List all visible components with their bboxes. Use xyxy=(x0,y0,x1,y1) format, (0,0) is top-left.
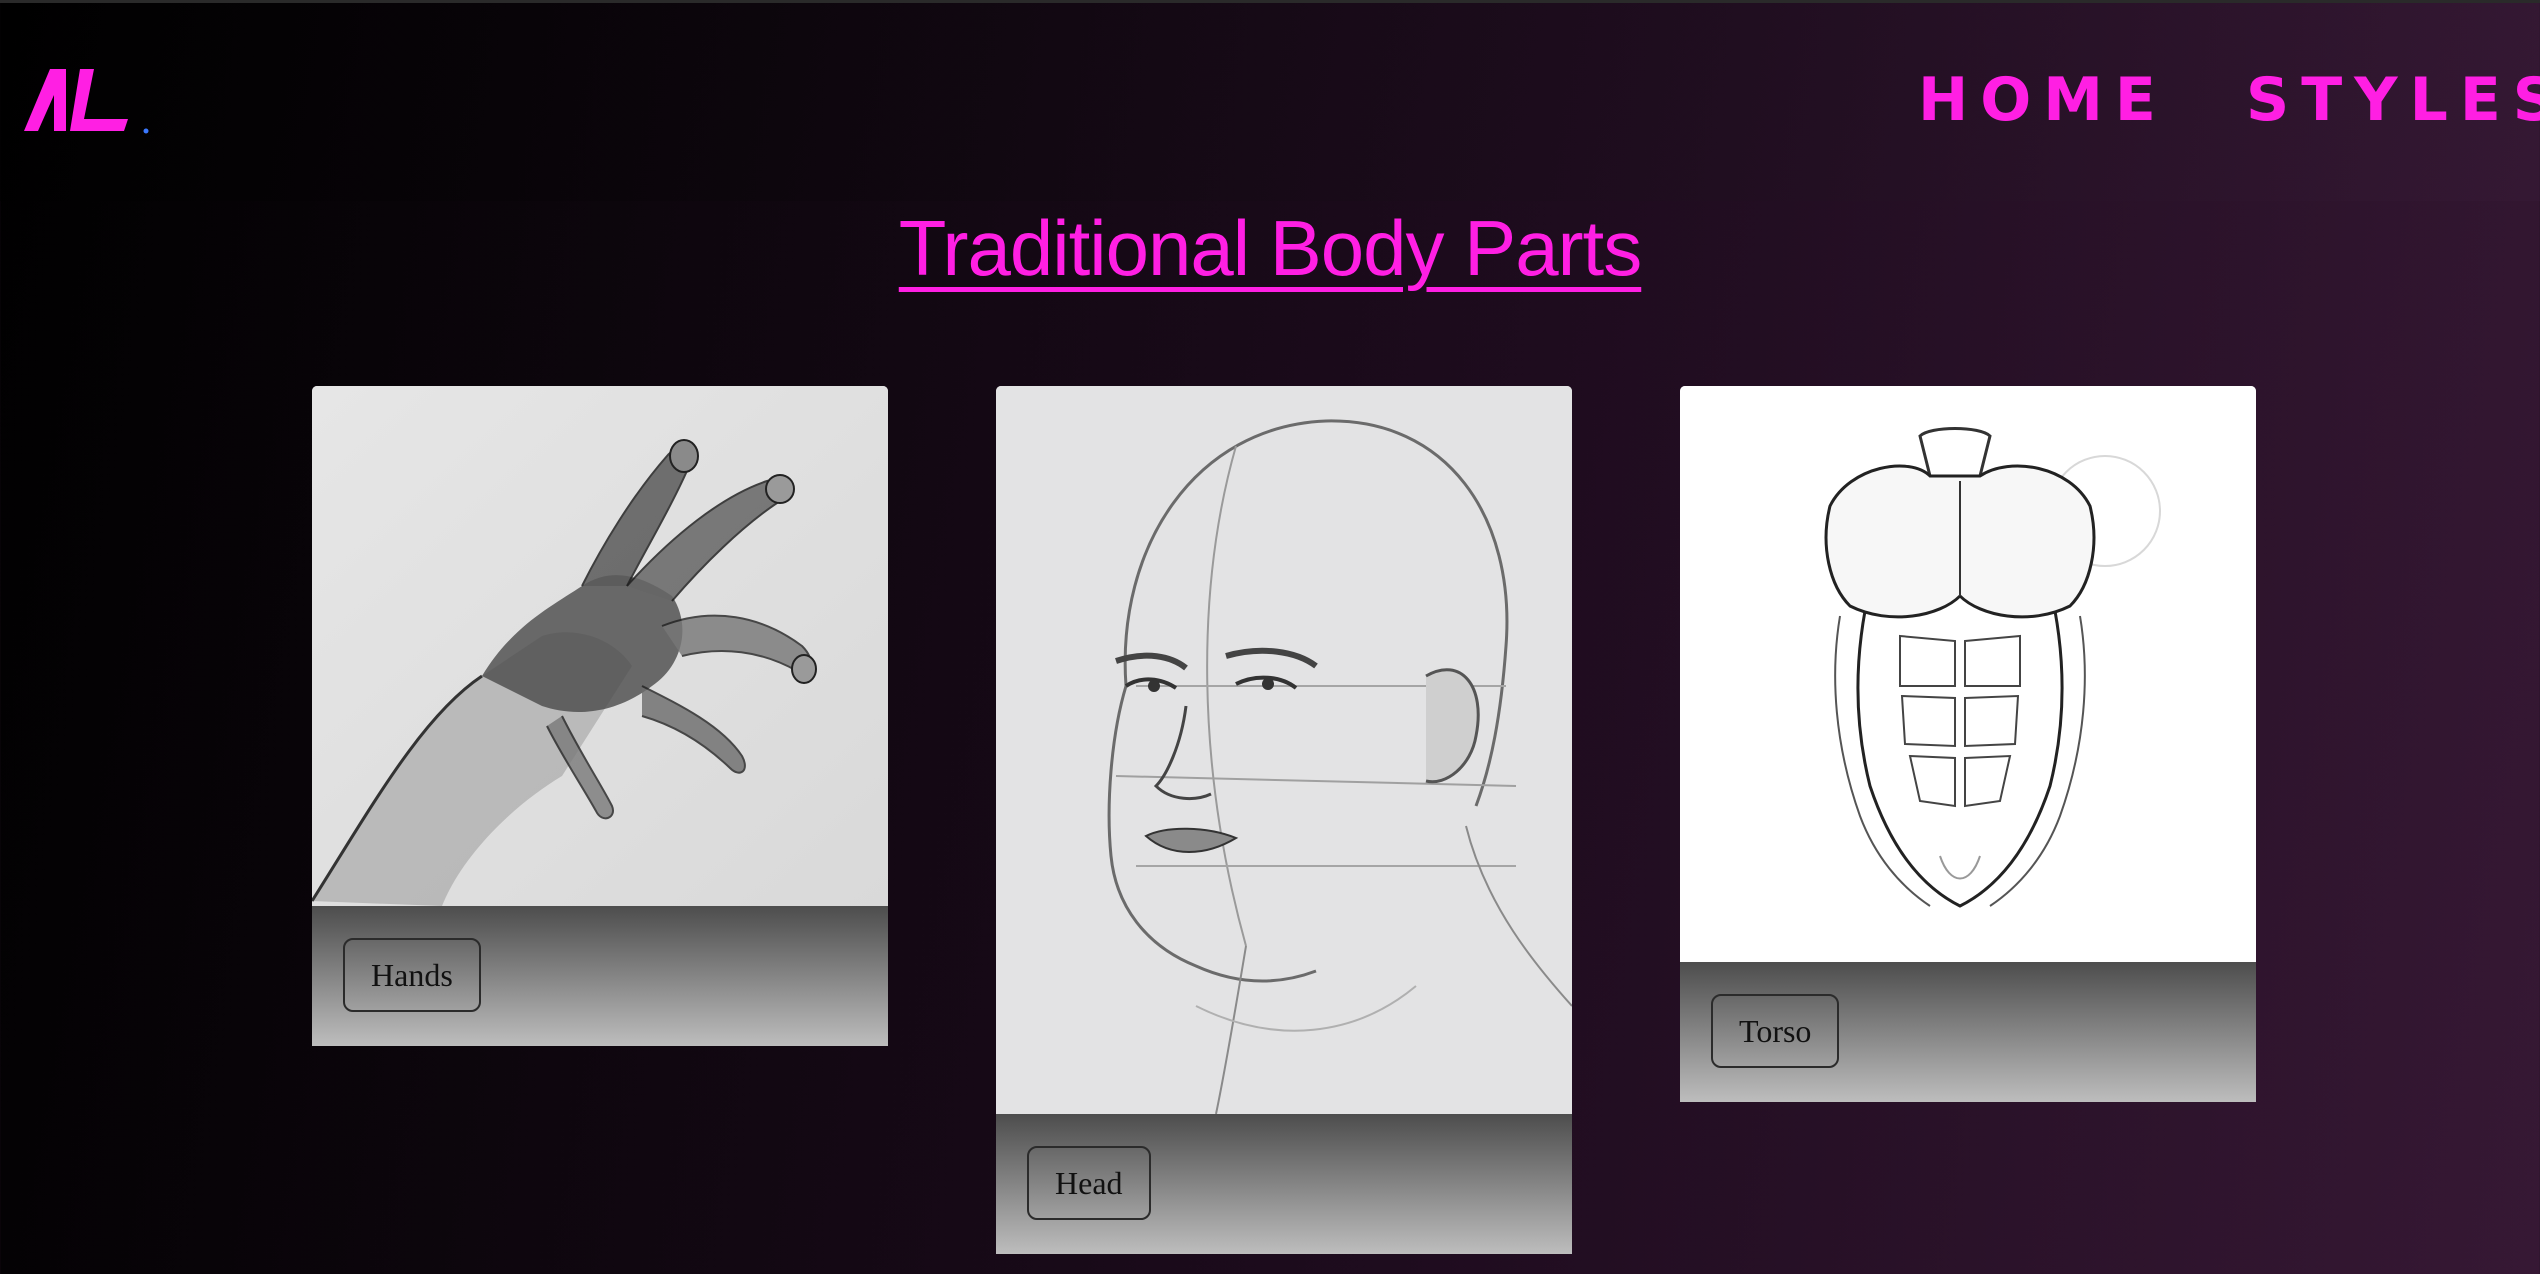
hands-button[interactable]: Hands xyxy=(343,938,481,1012)
head-button[interactable]: Head xyxy=(1027,1146,1151,1220)
nav-styles-link[interactable]: STYLES xyxy=(2246,65,2540,135)
nav-home-link[interactable]: HOME xyxy=(1918,65,2168,135)
card-footer: Head xyxy=(996,1114,1572,1254)
hand-sketch-image xyxy=(312,386,888,906)
card-torso[interactable]: Torso xyxy=(1680,386,2256,1102)
card-hands[interactable]: Hands xyxy=(312,386,888,1046)
torso-button[interactable]: Torso xyxy=(1711,994,1840,1068)
card-footer: Torso xyxy=(1680,962,2256,1102)
torso-sketch-image xyxy=(1680,386,2256,962)
card-head[interactable]: Head xyxy=(996,386,1572,1254)
card-footer: Hands xyxy=(312,906,888,1046)
page-title: Traditional Body Parts xyxy=(898,204,1642,292)
logo-icon xyxy=(24,69,149,134)
navbar: HOME STYLES xyxy=(0,3,2540,201)
head-sketch-image xyxy=(996,386,1572,1114)
logo-link[interactable] xyxy=(24,61,154,141)
